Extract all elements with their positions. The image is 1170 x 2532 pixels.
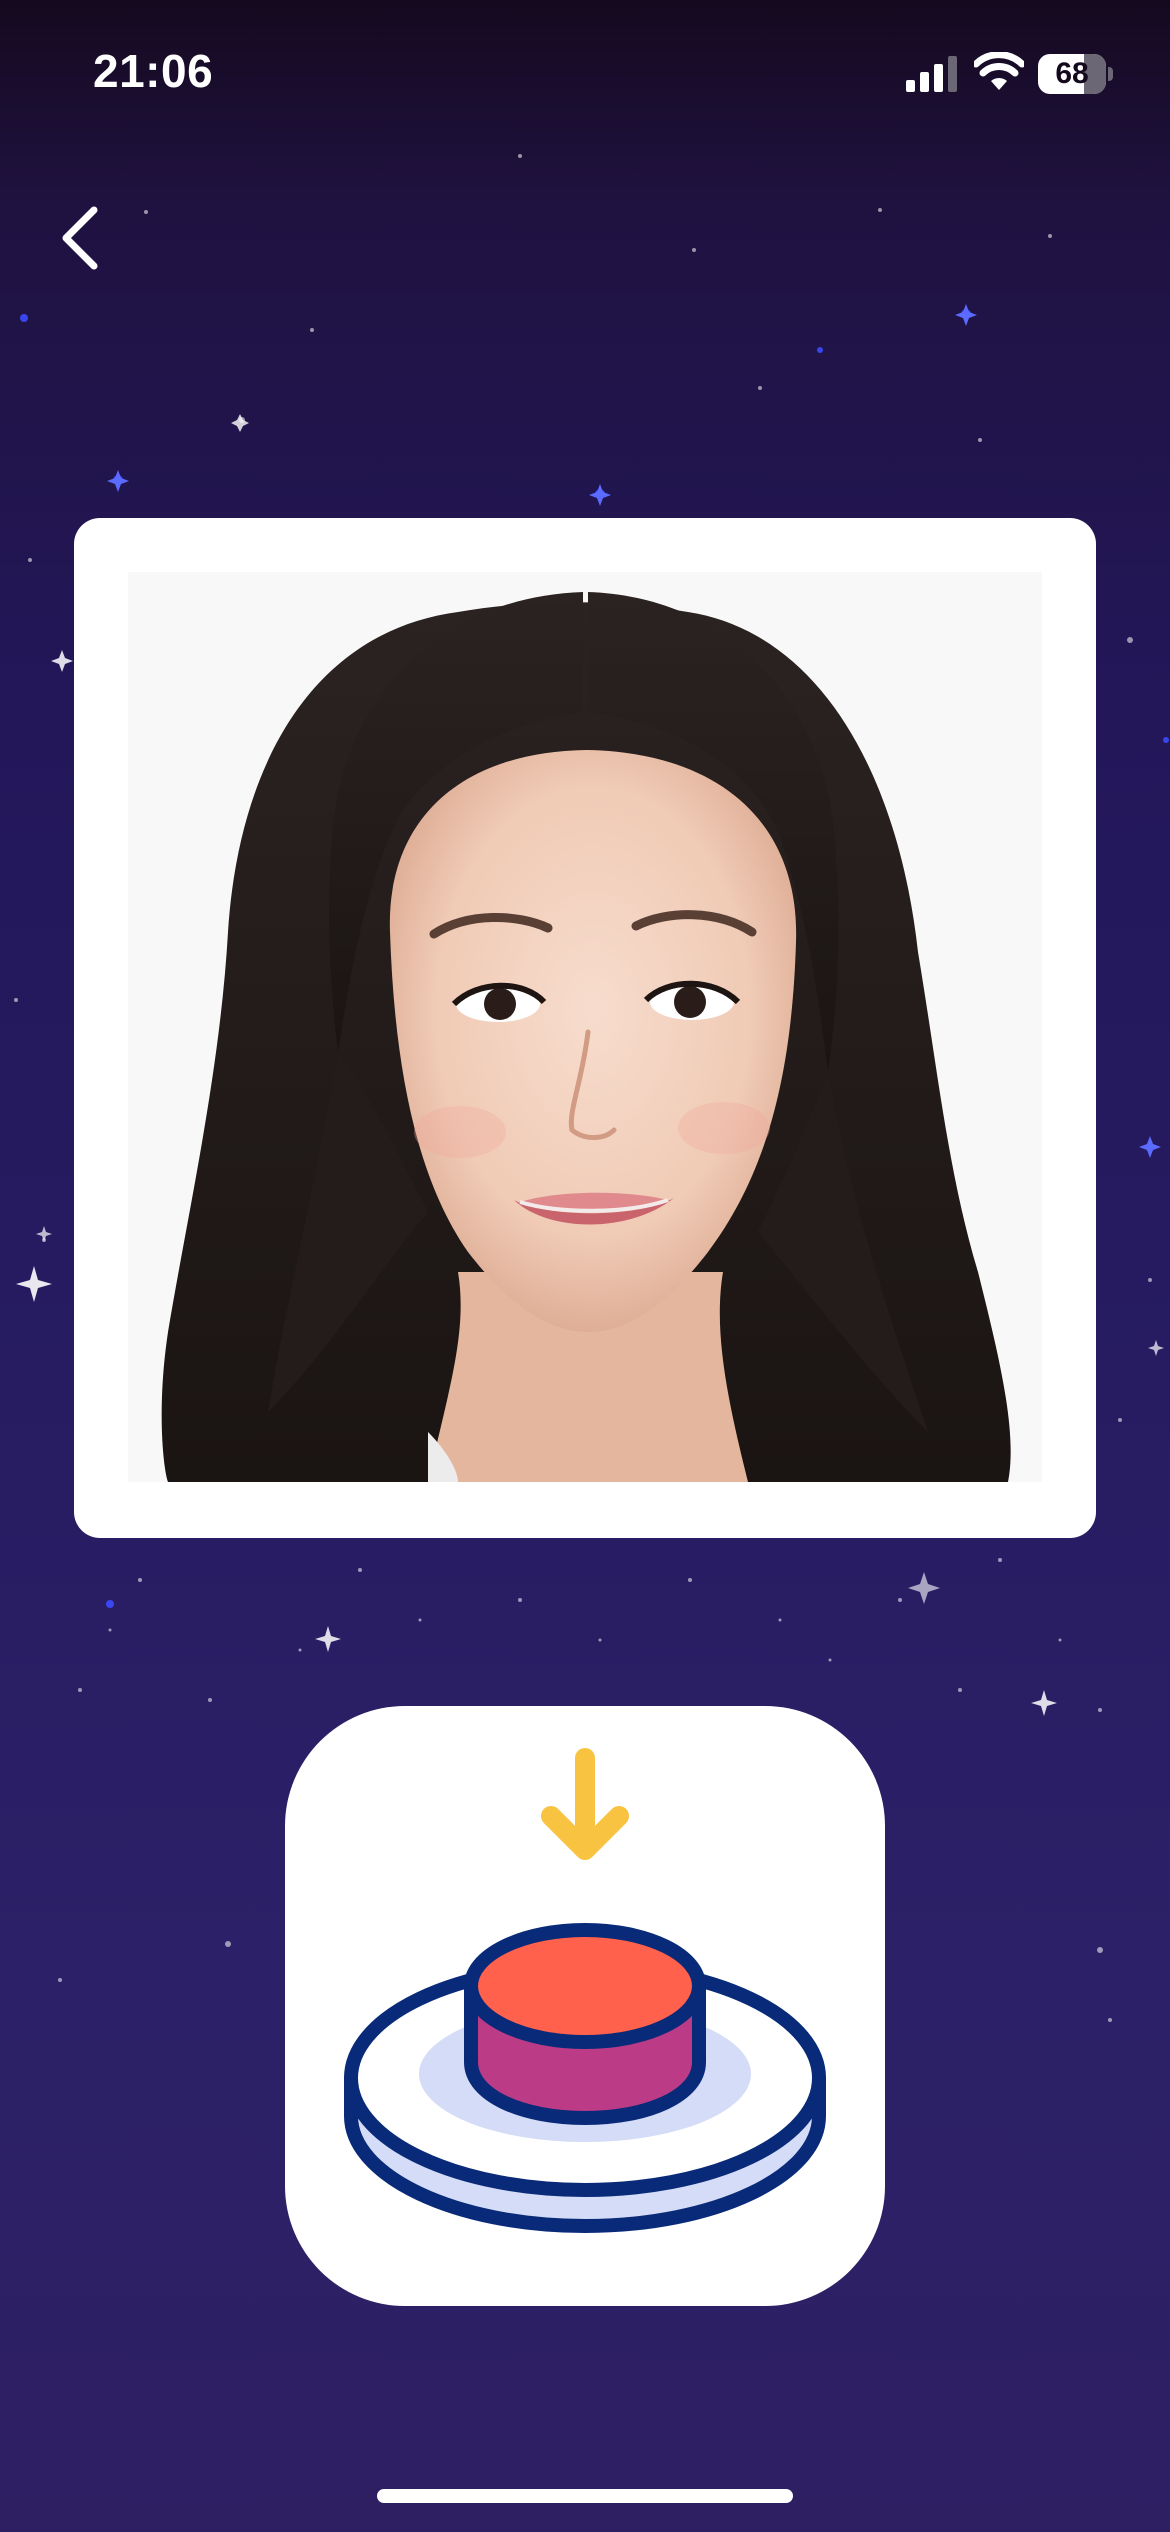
battery-icon: 68 (1038, 54, 1114, 94)
status-bar: 21:06 68 (0, 0, 1170, 150)
chevron-left-icon (62, 206, 98, 270)
home-indicator (377, 2489, 793, 2503)
status-time: 21:06 (93, 45, 214, 97)
photo-card (74, 518, 1096, 1538)
button-press-app-tile[interactable] (285, 1706, 885, 2306)
wifi-icon (974, 52, 1024, 90)
portrait-photo (128, 572, 1042, 1482)
battery-level: 68 (1055, 57, 1089, 90)
button-press-icon (344, 1748, 826, 2233)
back-button[interactable] (48, 196, 118, 280)
signal-icon (906, 56, 957, 92)
